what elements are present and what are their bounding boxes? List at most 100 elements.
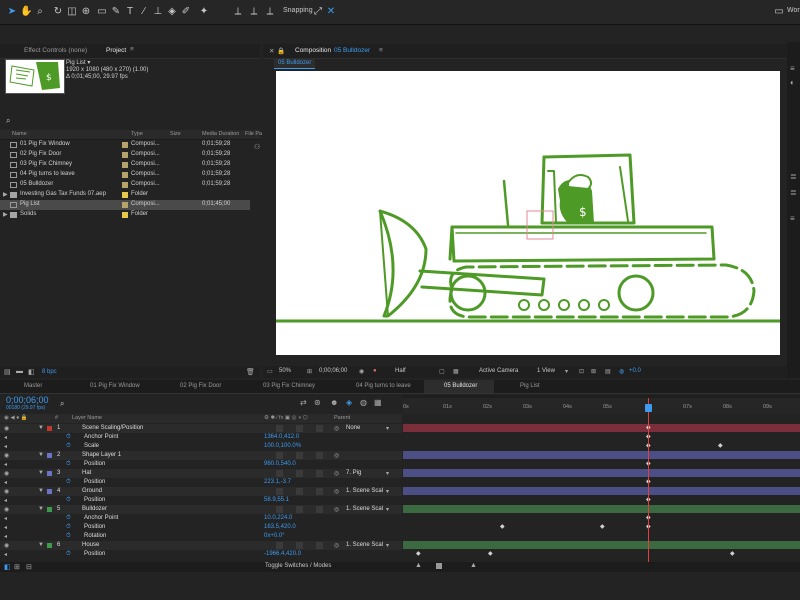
parent-chevron-down-icon[interactable]: ▾ [386, 470, 389, 477]
3d-layer-switch[interactable] [316, 425, 323, 432]
time-ruler[interactable]: 0s 01s 02s 03s 04s 05s 07s 08s 09s [403, 398, 800, 414]
timeline-tab[interactable]: Pig List [500, 380, 560, 393]
shy-layers-icon[interactable]: ☻ [330, 398, 338, 407]
3d-layer-switch[interactable] [316, 452, 323, 459]
label-color-swatch[interactable] [122, 172, 128, 178]
av-features-icon[interactable]: ◉ ◀ ● 🔒 [4, 415, 28, 421]
puppet-pin-tool-icon[interactable]: ✦ [198, 6, 210, 18]
zoom-out-icon[interactable]: ▲ [415, 562, 422, 569]
text-align-icon[interactable]: ≡ [790, 214, 795, 223]
project-list-item[interactable]: ▶ Solids Folder [0, 210, 250, 220]
3d-layer-switch[interactable] [316, 542, 323, 549]
col-media-duration[interactable]: Media Duration [202, 131, 239, 137]
expand-layer-switches-icon[interactable]: ◧ [4, 563, 11, 571]
property-value[interactable]: 1364.0,412.0 [264, 434, 299, 440]
visibility-eye-icon[interactable]: ◉ [4, 542, 9, 549]
layer-duration-bar[interactable] [403, 451, 800, 459]
3d-view-icon[interactable]: ⊠ [591, 368, 596, 375]
current-time-display[interactable]: 0;00;06;00 [319, 368, 347, 374]
parent-dropdown[interactable]: None [346, 425, 360, 431]
roto-brush-tool-icon[interactable]: ✐ [180, 6, 192, 18]
new-folder-icon[interactable]: ▬ [16, 368, 23, 375]
property-track[interactable] [403, 442, 800, 450]
magnification-dropdown[interactable]: 50% [279, 368, 291, 374]
timeline-icon[interactable]: ▤ [605, 368, 611, 375]
property-value[interactable]: 0x+0.0° [264, 533, 285, 539]
effects-switch[interactable] [296, 506, 303, 513]
stopwatch-icon[interactable]: ⏱ [66, 524, 71, 531]
parent-dropdown[interactable]: 1. Scene Scal [346, 542, 383, 548]
layer-expand-triangle-icon[interactable]: ▼ [38, 542, 44, 548]
label-color-swatch[interactable] [122, 202, 128, 208]
keyframe-nav-icon[interactable]: ◂ [4, 524, 7, 531]
parent-chevron-down-icon[interactable]: ▾ [386, 425, 389, 432]
3d-layer-switch[interactable] [316, 488, 323, 495]
disclosure-triangle-icon[interactable]: ▶ [3, 211, 8, 218]
project-list-item[interactable]: 01 Pig Fix Window Composi... 0;01;59;28 [0, 140, 250, 150]
flowchart-icon[interactable]: ⚇ [254, 143, 260, 151]
3d-layer-switch[interactable] [316, 470, 323, 477]
col-file-path[interactable]: File Pa [245, 131, 262, 137]
parent-pickwhip-icon[interactable]: ◎ [334, 425, 339, 432]
tab-effect-controls[interactable]: Effect Controls (none) [24, 47, 87, 54]
layer-label-color[interactable] [47, 453, 52, 458]
visibility-eye-icon[interactable]: ◉ [4, 506, 9, 513]
property-row[interactable]: ◂ ⏱ Anchor Point 10.0,224.0 [0, 514, 402, 523]
parent-pickwhip-icon[interactable]: ◎ [334, 470, 339, 477]
hand-tool-icon[interactable]: ✋ [20, 6, 32, 18]
layer-name[interactable]: Ground [82, 488, 102, 494]
label-color-swatch[interactable] [122, 182, 128, 188]
layer-label-color[interactable] [47, 489, 52, 494]
parent-chevron-down-icon[interactable]: ▾ [386, 542, 389, 549]
keyframe-icon[interactable]: ◆ [730, 550, 735, 557]
stopwatch-icon[interactable]: ⏱ [66, 515, 71, 522]
composition-label[interactable]: Composition [295, 47, 331, 54]
brush-tool-icon[interactable]: ∕ [138, 6, 150, 18]
safe-zones-icon[interactable]: ⊞ [307, 368, 312, 375]
project-list-item[interactable]: 03 Pig Fix Chimney Composi... 0;01;59;28 [0, 160, 250, 170]
col-layer-name[interactable]: Layer Name [72, 415, 102, 421]
quality-switch[interactable] [276, 488, 283, 495]
layer-label-color[interactable] [47, 471, 52, 476]
property-value[interactable]: 163.5,420.0 [264, 524, 296, 530]
layer-duration-bar[interactable] [403, 487, 800, 495]
layer-expand-triangle-icon[interactable]: ▼ [38, 425, 44, 431]
property-value[interactable]: -1966.4,420.0 [264, 551, 301, 557]
project-list-item[interactable]: 04 Pig turns to leave Composi... 0;01;59;2… [0, 170, 250, 180]
keyframe-icon[interactable]: ◆ [488, 550, 493, 557]
layer-expand-triangle-icon[interactable]: ▼ [38, 506, 44, 512]
keyframe-icon[interactable]: ◆ [500, 523, 505, 530]
comp-panel-menu-icon[interactable]: ≡ [379, 47, 383, 54]
keyframe-nav-icon[interactable]: ◂ [4, 533, 7, 540]
eraser-tool-icon[interactable]: ◈ [166, 6, 178, 18]
label-color-swatch[interactable] [122, 162, 128, 168]
property-track[interactable] [403, 478, 800, 486]
keyframe-icon[interactable]: ◆ [718, 442, 723, 449]
label-color-swatch[interactable] [122, 142, 128, 148]
parent-chevron-down-icon[interactable]: ▾ [386, 488, 389, 495]
layer-duration-bar[interactable] [403, 469, 800, 477]
property-value[interactable]: 100.0,100.0% [264, 443, 301, 449]
comp-breadcrumb[interactable]: 05 Bulldozer [274, 58, 316, 69]
project-list-item[interactable]: ▶ Investing Gas Tax Funds 07.aep Folder [0, 190, 250, 200]
fast-previews-icon[interactable]: ▾ [565, 368, 568, 375]
project-search-icon[interactable]: ⌕ [6, 116, 10, 126]
quality-switch[interactable] [276, 542, 283, 549]
stopwatch-icon[interactable]: ⏱ [66, 461, 71, 468]
clone-stamp-tool-icon[interactable]: ⊥ [152, 6, 164, 18]
effects-switch[interactable] [296, 488, 303, 495]
tab-project[interactable]: Project [106, 47, 126, 54]
disclosure-triangle-icon[interactable]: ▶ [3, 191, 8, 198]
property-row[interactable]: ◂ ⏱ Rotation 0x+0.0° [0, 532, 402, 541]
col-name[interactable]: Name [12, 131, 27, 137]
layer-expand-triangle-icon[interactable]: ▼ [38, 488, 44, 494]
effects-switch[interactable] [296, 470, 303, 477]
paragraph-align-icon[interactable]: ≣ [790, 172, 797, 181]
expand-in-out-icon[interactable]: ⊟ [26, 563, 32, 571]
keyframe-icon[interactable]: ◆ [416, 550, 421, 557]
stopwatch-icon[interactable]: ⏱ [66, 443, 71, 450]
preview-toggle-icon[interactable]: ▭ [267, 368, 273, 375]
visibility-eye-icon[interactable]: ◉ [4, 452, 9, 459]
snap-option-icon[interactable]: ⤢ [312, 6, 324, 18]
preview-name[interactable]: Pig List ▾ [66, 60, 148, 67]
